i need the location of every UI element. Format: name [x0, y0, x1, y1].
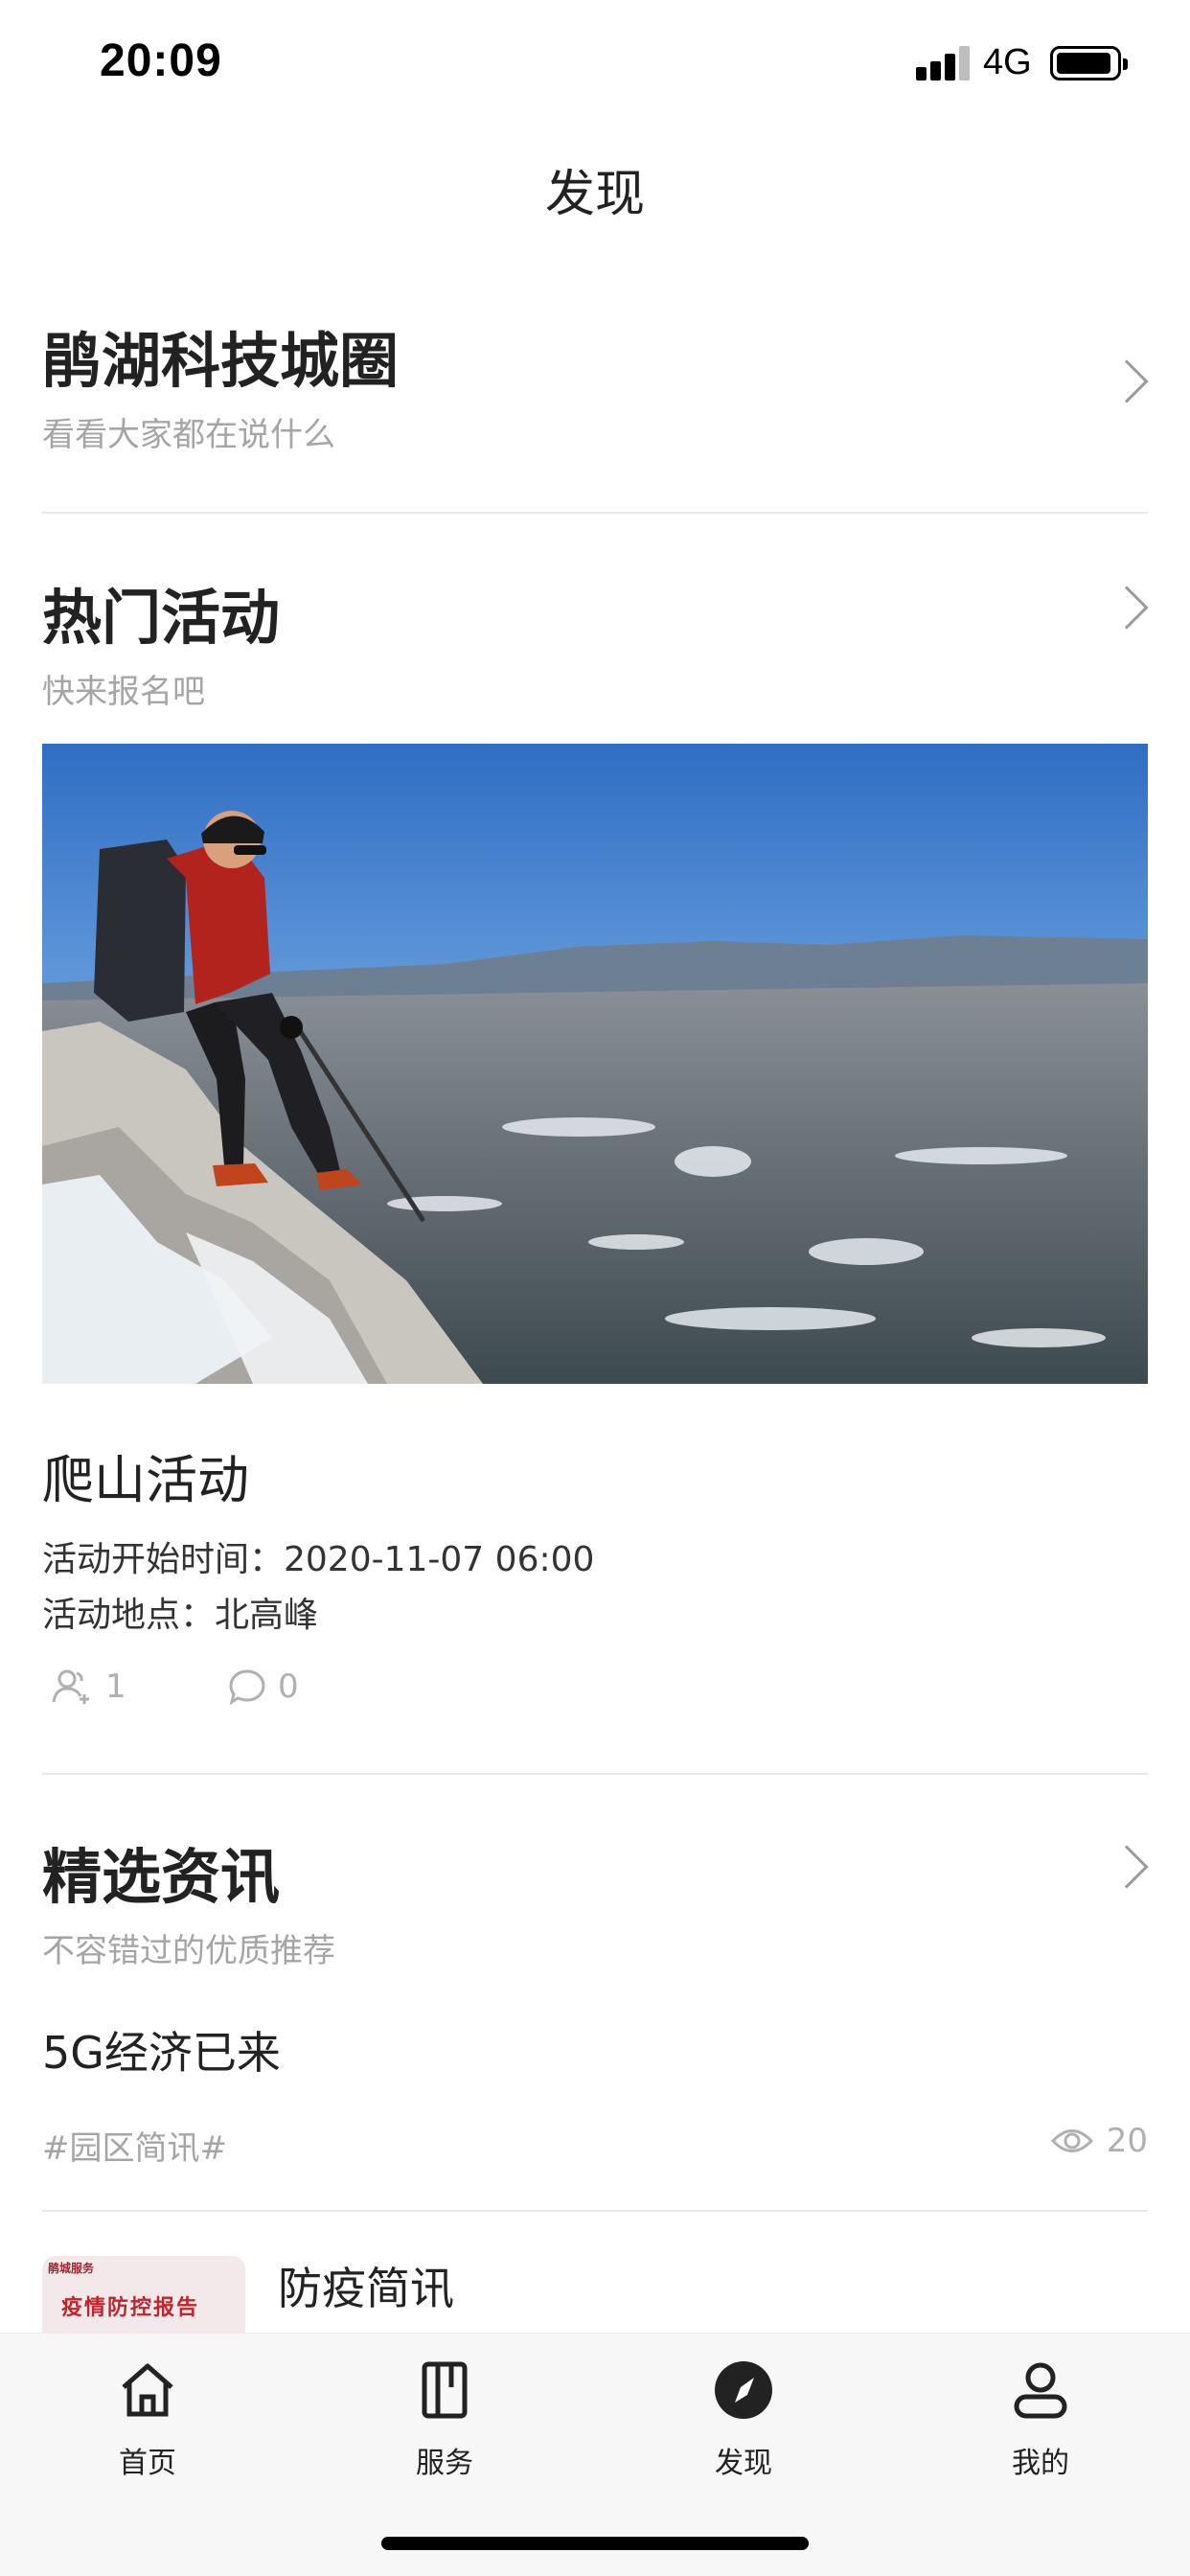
page-title: 发现	[544, 166, 645, 223]
home-indicator	[381, 2537, 809, 2550]
compass-icon	[715, 2361, 772, 2419]
signal-icon	[916, 46, 970, 80]
comments-count: 0	[278, 1668, 299, 1706]
tab-label: 服务	[416, 2447, 473, 2480]
activities-title: 热门活动	[42, 583, 281, 653]
tab-label: 首页	[119, 2447, 176, 2480]
tab-bar: 首页 服务 发现 我的	[0, 2333, 1190, 2576]
participants-stat: 1	[52, 1664, 126, 1710]
home-icon	[122, 2363, 173, 2417]
news-item-views: 20	[1050, 2118, 1148, 2164]
tab-profile[interactable]: 我的	[964, 2358, 1117, 2512]
thumbnail-brand-text: 鹃城服务	[48, 2262, 95, 2275]
news-subtitle: 不容错过的优质推荐	[42, 1932, 335, 1970]
news-title: 精选资讯	[42, 1842, 281, 1912]
user-icon	[1014, 2362, 1067, 2419]
tab-discover[interactable]: 发现	[667, 2358, 820, 2512]
participants-count: 1	[105, 1668, 126, 1706]
eye-icon	[1050, 2129, 1093, 2152]
divider	[42, 512, 1148, 514]
event-location: 活动地点：北高峰	[42, 1596, 319, 1635]
comment-icon	[229, 1669, 265, 1706]
activities-section[interactable]: 热门活动 快来报名吧	[42, 569, 1149, 711]
event-title[interactable]: 爬山活动	[42, 1438, 249, 1513]
battery-icon	[1050, 46, 1128, 80]
book-icon	[422, 2361, 468, 2419]
divider	[42, 2210, 1148, 2212]
tab-home[interactable]: 首页	[71, 2358, 224, 2512]
status-bar: 20:09 4G	[0, 0, 1190, 130]
tab-services[interactable]: 服务	[368, 2358, 521, 2512]
status-time: 20:09	[100, 35, 222, 86]
news-item-title[interactable]: 5G经济已来	[42, 2018, 281, 2082]
divider	[42, 1773, 1148, 1775]
news-section[interactable]: 精选资讯 不容错过的优质推荐	[42, 1828, 1149, 1970]
news-item-tag[interactable]: #园区简讯#	[42, 2122, 227, 2169]
thumbnail-text: 疫情防控报告	[61, 2296, 200, 2320]
tab-label: 我的	[1012, 2447, 1069, 2480]
circle-subtitle: 看看大家都在说什么	[42, 416, 335, 454]
tab-label: 发现	[715, 2447, 772, 2480]
circle-section[interactable]: 鹃湖科技城圈 看看大家都在说什么	[42, 312, 1149, 456]
views-count: 20	[1106, 2122, 1148, 2160]
circle-title: 鹃湖科技城圈	[42, 326, 400, 396]
event-cover-image[interactable]	[42, 744, 1148, 1384]
activities-subtitle: 快来报名吧	[42, 673, 205, 711]
users-icon	[52, 1669, 89, 1704]
news-item-title[interactable]: 防疫简讯	[278, 2254, 454, 2317]
network-type: 4G	[983, 42, 1032, 82]
news-item-thumbnail[interactable]: 鹃城服务 疫情防控报告	[42, 2256, 245, 2333]
comments-stat: 0	[228, 1664, 299, 1710]
event-start-time: 活动开始时间：2020-11-07 06:00	[42, 1540, 595, 1579]
